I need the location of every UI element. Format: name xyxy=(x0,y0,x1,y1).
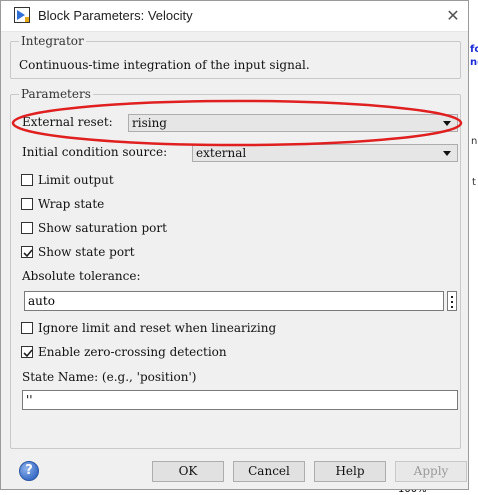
wrap-state-checkbox[interactable] xyxy=(21,198,33,210)
background-text: fo xyxy=(470,44,478,55)
cancel-button[interactable]: Cancel xyxy=(233,461,305,482)
integrator-group: Integrator Continuous-time integration o… xyxy=(10,34,461,79)
background-text: n xyxy=(471,136,478,147)
zero-crossing-label: Enable zero-crossing detection xyxy=(38,345,227,359)
chevron-down-icon xyxy=(443,121,451,126)
limit-output-label: Limit output xyxy=(38,173,114,187)
parameters-group: Parameters External reset: rising Initia… xyxy=(10,87,461,449)
zero-crossing-checkbox[interactable] xyxy=(21,346,33,358)
wrap-state-label: Wrap state xyxy=(38,197,105,211)
show-saturation-port-label: Show saturation port xyxy=(38,221,167,235)
show-saturation-port-checkbox[interactable] xyxy=(21,222,33,234)
state-name-input[interactable]: '' xyxy=(22,390,458,410)
external-reset-dropdown[interactable]: rising xyxy=(128,114,458,132)
initial-condition-label: Initial condition source: xyxy=(22,145,168,159)
checkmark-icon xyxy=(23,349,33,358)
checkmark-icon xyxy=(23,249,33,258)
initial-condition-value: external xyxy=(196,146,247,160)
more-options-icon[interactable] xyxy=(447,291,457,311)
absolute-tolerance-label: Absolute tolerance: xyxy=(22,269,141,283)
state-name-value: '' xyxy=(26,393,33,407)
window-title: Block Parameters: Velocity xyxy=(38,8,193,23)
external-reset-label: External reset: xyxy=(22,115,113,129)
ignore-limit-reset-checkbox[interactable] xyxy=(21,322,33,334)
title-bar[interactable]: Block Parameters: Velocity ✕ xyxy=(1,1,468,32)
parameters-legend: Parameters xyxy=(19,87,93,101)
apply-button[interactable]: Apply xyxy=(395,461,467,482)
simulink-block-icon xyxy=(14,7,30,23)
integrator-legend: Integrator xyxy=(19,34,86,48)
integrator-description: Continuous-time integration of the input… xyxy=(19,58,310,72)
limit-output-checkbox[interactable] xyxy=(21,174,33,186)
ok-button[interactable]: OK xyxy=(152,461,224,482)
show-state-port-label: Show state port xyxy=(38,245,135,259)
background-text: t xyxy=(472,177,476,188)
state-name-label: State Name: (e.g., 'position') xyxy=(22,370,197,384)
absolute-tolerance-value: auto xyxy=(28,294,55,308)
ignore-limit-reset-label: Ignore limit and reset when linearizing xyxy=(38,321,277,335)
background-text: ng xyxy=(470,57,478,68)
initial-condition-dropdown[interactable]: external xyxy=(192,144,458,162)
chevron-down-icon xyxy=(443,151,451,156)
help-icon[interactable]: ? xyxy=(19,461,39,481)
external-reset-value: rising xyxy=(132,116,167,130)
absolute-tolerance-input[interactable]: auto xyxy=(24,291,444,311)
help-button[interactable]: Help xyxy=(314,461,386,482)
close-icon[interactable]: ✕ xyxy=(441,5,465,27)
block-parameters-dialog: Block Parameters: Velocity ✕ Integrator … xyxy=(0,0,469,490)
show-state-port-checkbox[interactable] xyxy=(21,246,33,258)
